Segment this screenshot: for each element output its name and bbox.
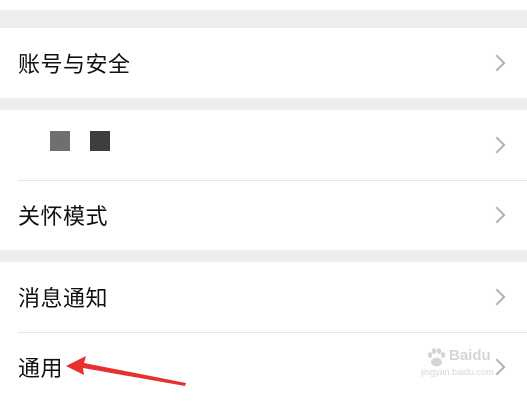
settings-item-notifications[interactable]: 消息通知 (0, 262, 527, 332)
settings-item-label: 通用 (18, 357, 64, 382)
top-strip (0, 0, 527, 10)
redacted-block (50, 131, 70, 151)
settings-item-care-mode[interactable]: 关怀模式 (0, 180, 527, 250)
settings-group-account: 账号与安全 (0, 28, 527, 98)
chevron-right-icon (488, 206, 506, 224)
paw-icon (427, 348, 446, 367)
settings-item-label: 关怀模式 (18, 205, 109, 230)
watermark-url: jingyan.baidu.com (421, 367, 494, 377)
settings-screen: 账号与安全 关怀模式 消息通知 通用 Baidu jingyan.baidu.c… (0, 0, 527, 405)
chevron-right-icon (488, 136, 506, 154)
settings-item-account-security[interactable]: 账号与安全 (0, 28, 527, 98)
settings-item-label: 消息通知 (18, 287, 109, 312)
chevron-right-icon (488, 288, 506, 306)
settings-group-care: 关怀模式 (0, 110, 527, 250)
settings-item-redacted[interactable] (0, 110, 527, 180)
redacted-block (90, 131, 110, 151)
baidu-watermark: Baidu jingyan.baidu.com (419, 345, 515, 385)
chevron-right-icon (488, 54, 506, 72)
settings-item-label: 账号与安全 (18, 53, 131, 78)
watermark-brand: Baidu (449, 347, 491, 364)
